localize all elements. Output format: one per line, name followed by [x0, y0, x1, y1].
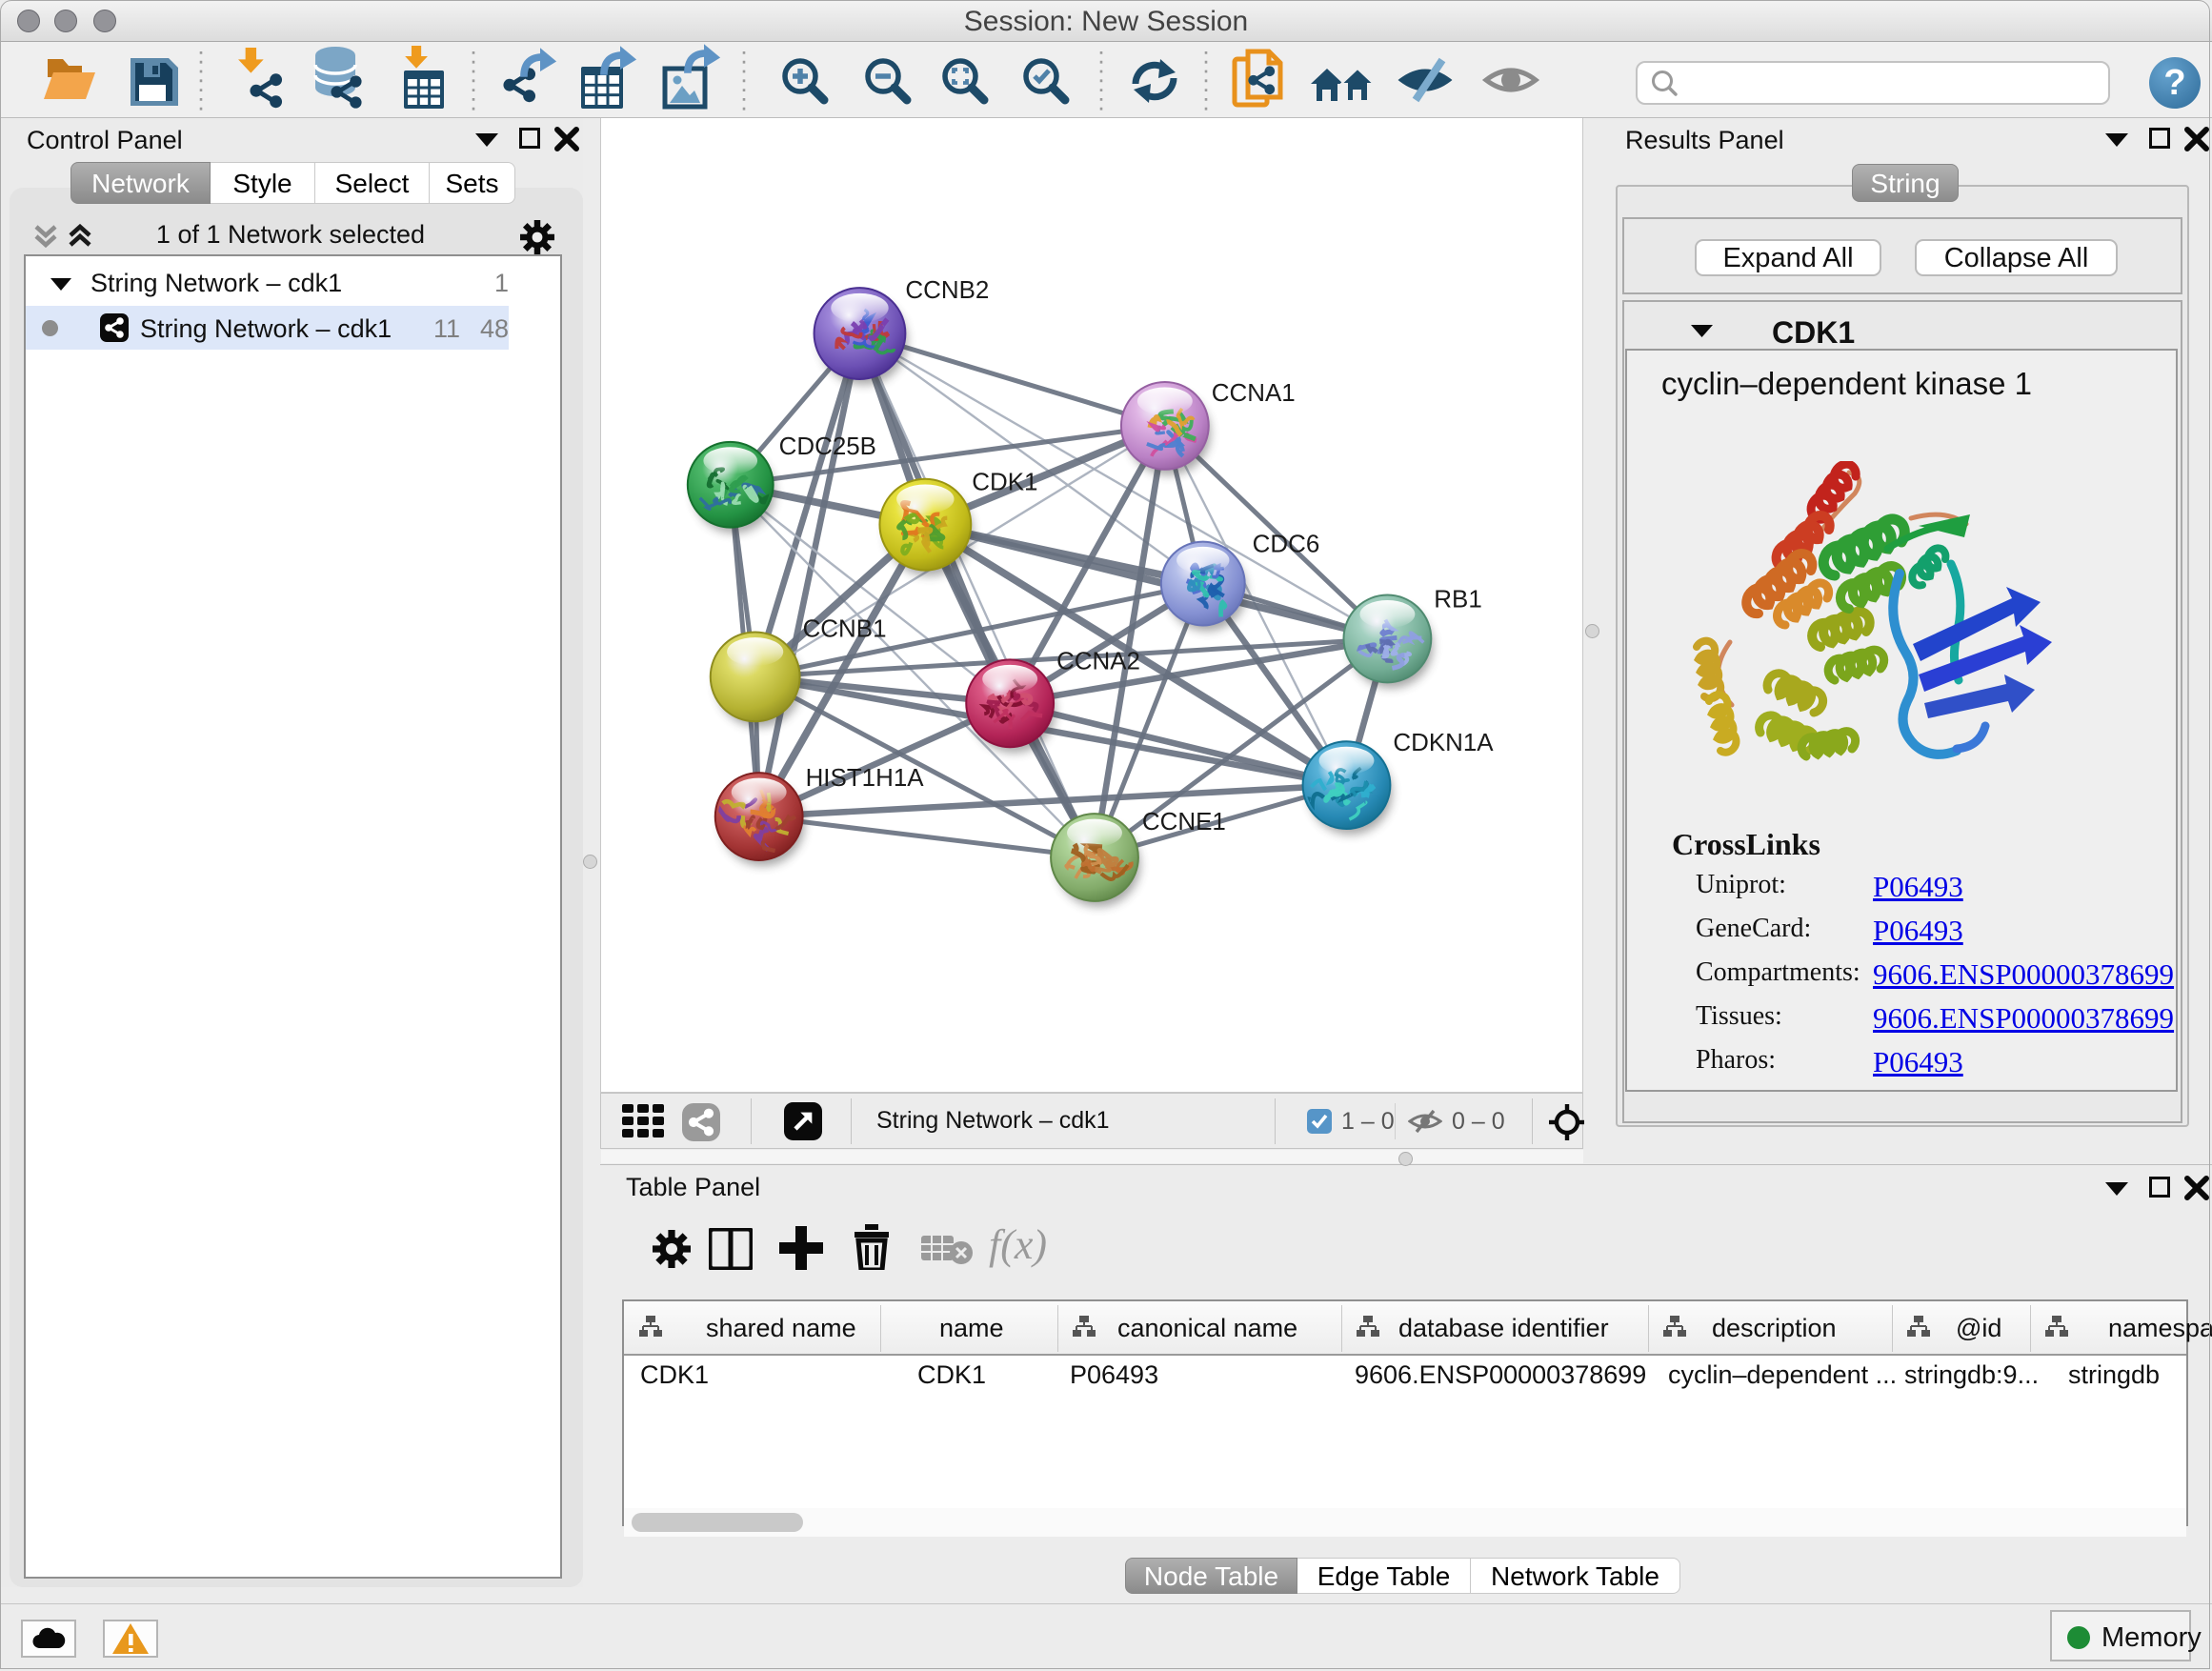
- svg-text:CCNE1: CCNE1: [1142, 809, 1226, 836]
- svg-text:CCNA1: CCNA1: [1212, 380, 1296, 407]
- svg-text:CCNB2: CCNB2: [905, 277, 989, 304]
- svg-text:CDKN1A: CDKN1A: [1393, 730, 1494, 756]
- svg-text:CDC25B: CDC25B: [779, 433, 876, 460]
- svg-text:CCNA2: CCNA2: [1056, 648, 1140, 674]
- svg-text:HIST1H1A: HIST1H1A: [806, 765, 925, 792]
- svg-text:CDK1: CDK1: [972, 470, 1037, 496]
- svg-text:CDC6: CDC6: [1253, 532, 1320, 558]
- svg-text:CCNB1: CCNB1: [803, 615, 887, 642]
- svg-text:RB1: RB1: [1434, 586, 1481, 613]
